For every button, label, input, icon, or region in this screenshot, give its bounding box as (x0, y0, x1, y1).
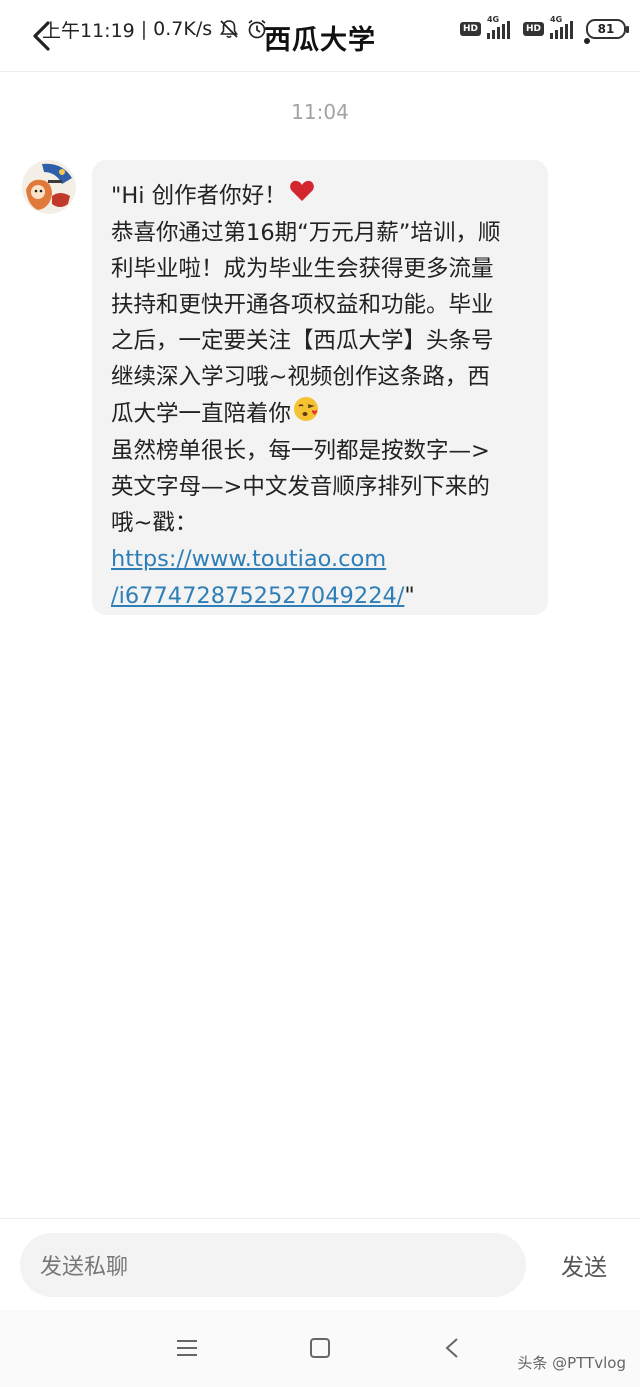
battery-icon: 81 (586, 19, 629, 39)
more-options-icon[interactable] (584, 38, 590, 44)
message-bubble: "Hi 创作者你好！ 恭喜你通过第16期“万元月薪”培训，顺 利毕业啦！成为毕业… (92, 160, 548, 615)
message-line-2: 恭喜你通过第16期“万元月薪”培训，顺 (111, 219, 501, 246)
network-type-2: 4G (550, 15, 563, 24)
hd-badge-1: HD (459, 22, 481, 36)
kiss-emoji-icon (293, 396, 319, 433)
message-link-part-1[interactable]: https://www.toutiao.com (111, 546, 386, 572)
heart-emoji-icon (289, 178, 315, 214)
system-nav-bar: 头条 @PTTvlog (0, 1310, 640, 1387)
message-line-4: 扶持和更快开通各项权益和功能。毕业 (111, 292, 494, 318)
message-line-6: 继续深入学习哦~视频创作这条路，西 (111, 364, 490, 391)
message-text: "Hi 创作者你好！ (111, 183, 287, 209)
sender-avatar[interactable] (22, 160, 76, 214)
message-line-5: 之后，一定要关注【西瓜大学】头条号 (111, 328, 494, 355)
menu-icon[interactable] (176, 1338, 198, 1362)
home-square-icon[interactable] (309, 1337, 331, 1363)
message-input[interactable]: 发送私聊 (20, 1233, 526, 1297)
top-bar: 上午11:19 | 0.7K/s 西瓜大学 HD 4G HD 4G 81 (0, 0, 640, 72)
message-link-line-1: https://www.toutiao.com (111, 541, 528, 577)
signal-icon-2: 4G (550, 15, 580, 39)
message-timestamp: 11:04 (291, 100, 349, 124)
message-line-1: "Hi 创作者你好！ (111, 178, 528, 215)
message-input-placeholder: 发送私聊 (40, 1255, 129, 1280)
message-link-line-2: /i6774728752527049224/" (111, 578, 528, 614)
send-button[interactable]: 发送 (546, 1233, 622, 1297)
message-line-8: 虽然榜单很长，每一列都是按数字—> (111, 437, 490, 464)
watermark: 头条 @PTTvlog (517, 1354, 626, 1372)
chat-screen: 上午11:19 | 0.7K/s 西瓜大学 HD 4G HD 4G 81 11:… (0, 0, 640, 1387)
message-line-10: 哦~戳： (111, 510, 198, 537)
network-type-1: 4G (486, 15, 500, 24)
composer-bar: 发送私聊 发送 (0, 1218, 640, 1310)
message-line-3: 利毕业啦！成为毕业生会获得更多流量 (111, 255, 494, 282)
nav-back-icon[interactable] (444, 1337, 460, 1363)
battery-level: 81 (597, 22, 615, 36)
hd-badge-2: HD (522, 22, 544, 36)
message-text: 瓜大学一直陪着你 (111, 400, 292, 427)
status-right: HD 4G HD 4G 81 (459, 15, 629, 42)
message-line-7: 瓜大学一直陪着你 (111, 396, 528, 433)
closing-quote: " (404, 582, 415, 609)
message-line-9: 英文字母—>中文发音顺序排列下来的 (111, 474, 490, 501)
message-link-part-2[interactable]: /i6774728752527049224/ (111, 583, 404, 609)
signal-icon-1: 4G (486, 15, 517, 39)
